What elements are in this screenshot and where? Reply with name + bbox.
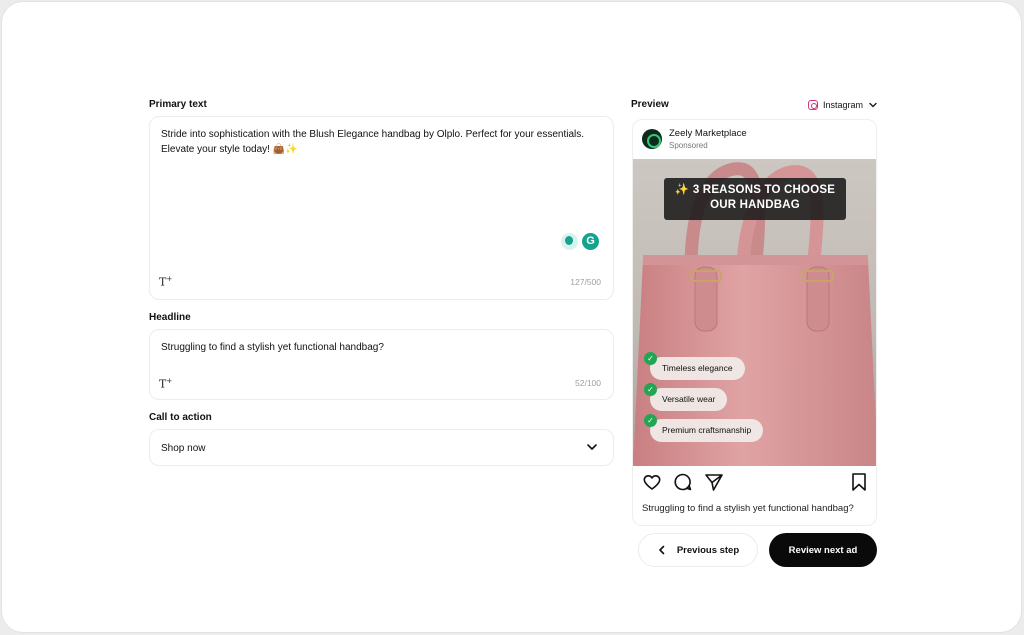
review-next-ad-button[interactable]: Review next ad (769, 533, 877, 567)
share-icon[interactable] (704, 472, 724, 492)
comment-icon[interactable] (673, 472, 693, 492)
review-next-ad-label: Review next ad (788, 544, 858, 556)
previous-step-label: Previous step (676, 544, 740, 556)
check-icon: ✓ (644, 352, 657, 365)
primary-text-field[interactable]: Stride into sophistication with the Blus… (149, 116, 614, 300)
editor-panel: Primary text Stride into sophistication … (1, 1, 1022, 633)
ad-overlay-title: ✨ 3 REASONS TO CHOOSE OUR HANDBAG (664, 178, 846, 220)
grammarly-icon[interactable]: G (582, 233, 599, 250)
post-preview-card: Zeely Marketplace Sponsored ✨ 3 REASONS … (632, 119, 877, 526)
primary-text-label: Primary text (149, 99, 207, 110)
cta-select[interactable]: Shop now (149, 429, 614, 466)
sponsored-label: Sponsored (669, 141, 708, 150)
previous-step-button[interactable]: Previous step (638, 533, 758, 567)
headline-counter: 52/100 (575, 378, 601, 388)
text-ai-icon[interactable]: T+ (159, 275, 172, 289)
post-caption: Struggling to find a stylish yet functio… (642, 503, 854, 514)
ad-image: ✨ 3 REASONS TO CHOOSE OUR HANDBAG Timele… (633, 159, 876, 466)
text-ai-icon[interactable]: T+ (159, 377, 172, 391)
preview-label: Preview (631, 99, 669, 110)
cta-value: Shop now (161, 443, 206, 454)
bookmark-icon[interactable] (850, 472, 868, 492)
platform-name: Instagram (823, 100, 864, 110)
check-icon: ✓ (644, 414, 657, 427)
benefit-pill: Versatile wear (650, 388, 728, 411)
chevron-down-icon (587, 444, 597, 450)
platform-selector[interactable]: Instagram (808, 100, 878, 110)
chevron-down-icon (869, 102, 877, 108)
primary-text-counter: 127/500 (570, 277, 601, 287)
benefit-pill: Premium craftsmanship (650, 419, 764, 442)
headline-field[interactable]: Struggling to find a stylish yet functio… (149, 329, 614, 400)
instagram-icon (808, 100, 818, 110)
headline-label: Headline (149, 312, 191, 323)
avatar (642, 129, 662, 149)
post-actions (642, 472, 868, 492)
benefit-pill: Timeless elegance (650, 357, 745, 380)
cta-label: Call to action (149, 412, 212, 423)
heart-icon[interactable] (642, 472, 662, 492)
headline-value[interactable]: Struggling to find a stylish yet functio… (161, 342, 384, 353)
primary-text-value[interactable]: Stride into sophistication with the Blus… (161, 128, 601, 157)
lightbulb-icon[interactable] (561, 233, 578, 250)
check-icon: ✓ (644, 383, 657, 396)
account-name: Zeely Marketplace (669, 128, 747, 139)
chevron-left-icon (659, 545, 665, 555)
writing-assistant[interactable]: G (561, 233, 599, 250)
